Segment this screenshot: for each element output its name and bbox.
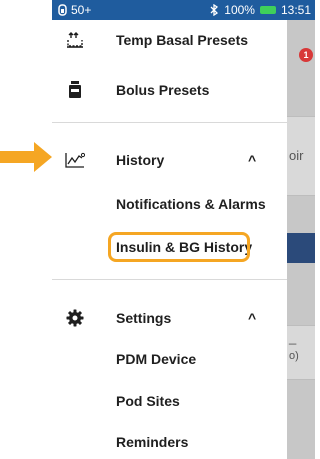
menu-item-notifications-alarms[interactable]: Notifications & Alarms bbox=[52, 190, 287, 218]
bolus-icon bbox=[64, 79, 86, 101]
divider bbox=[52, 122, 287, 123]
temp-basal-icon bbox=[64, 29, 86, 51]
background-text: o) bbox=[289, 350, 299, 362]
background-text: _ bbox=[289, 330, 297, 345]
menu-item-pod-sites[interactable]: Pod Sites bbox=[52, 387, 287, 415]
annotation-highlight-box bbox=[108, 232, 250, 262]
menu-item-label: Notifications & Alarms bbox=[116, 196, 266, 212]
menu-item-label: Settings bbox=[116, 310, 172, 326]
divider bbox=[52, 279, 287, 280]
menu-item-settings[interactable]: Settings ^ bbox=[52, 304, 287, 332]
menu-item-pdm-device[interactable]: PDM Device bbox=[52, 345, 287, 373]
drawer-scrim[interactable]: 1 oir _ o) bbox=[287, 20, 315, 459]
menu-item-label: History bbox=[116, 152, 165, 168]
status-bar: 50+ 100% 13:51 bbox=[52, 0, 315, 20]
menu-item-label: PDM Device bbox=[116, 351, 197, 367]
menu-item-reminders[interactable]: Reminders bbox=[52, 428, 287, 456]
menu-item-label: Temp Basal Presets bbox=[116, 32, 249, 48]
menu-item-bolus-presets[interactable]: Bolus Presets bbox=[52, 76, 287, 104]
background-button bbox=[287, 233, 315, 263]
clock: 13:51 bbox=[280, 3, 311, 17]
notification-badge: 1 bbox=[299, 48, 313, 62]
signal-text: 50+ bbox=[71, 3, 92, 17]
annotation-arrow-icon bbox=[0, 142, 52, 172]
chevron-up-icon[interactable]: ^ bbox=[248, 152, 256, 168]
gear-icon bbox=[64, 307, 86, 329]
menu-item-label: Pod Sites bbox=[116, 393, 180, 409]
history-chart-icon bbox=[64, 149, 86, 171]
background-text: oir bbox=[289, 148, 304, 163]
menu-item-label: Bolus Presets bbox=[116, 82, 210, 98]
battery-icon bbox=[259, 6, 276, 14]
pod-icon bbox=[58, 4, 67, 16]
bluetooth-icon bbox=[210, 4, 219, 16]
chevron-up-icon[interactable]: ^ bbox=[248, 310, 256, 326]
menu-item-label: Reminders bbox=[116, 434, 189, 450]
phone-screen: 50+ 100% 13:51 1 oir _ o) Temp Basal Pre… bbox=[52, 0, 315, 459]
navigation-drawer: Temp Basal Presets Bolus Presets History… bbox=[52, 20, 287, 459]
menu-item-history[interactable]: History ^ bbox=[52, 146, 287, 174]
menu-item-temp-basal-presets[interactable]: Temp Basal Presets bbox=[52, 26, 287, 54]
battery-percent: 100% bbox=[224, 3, 255, 17]
